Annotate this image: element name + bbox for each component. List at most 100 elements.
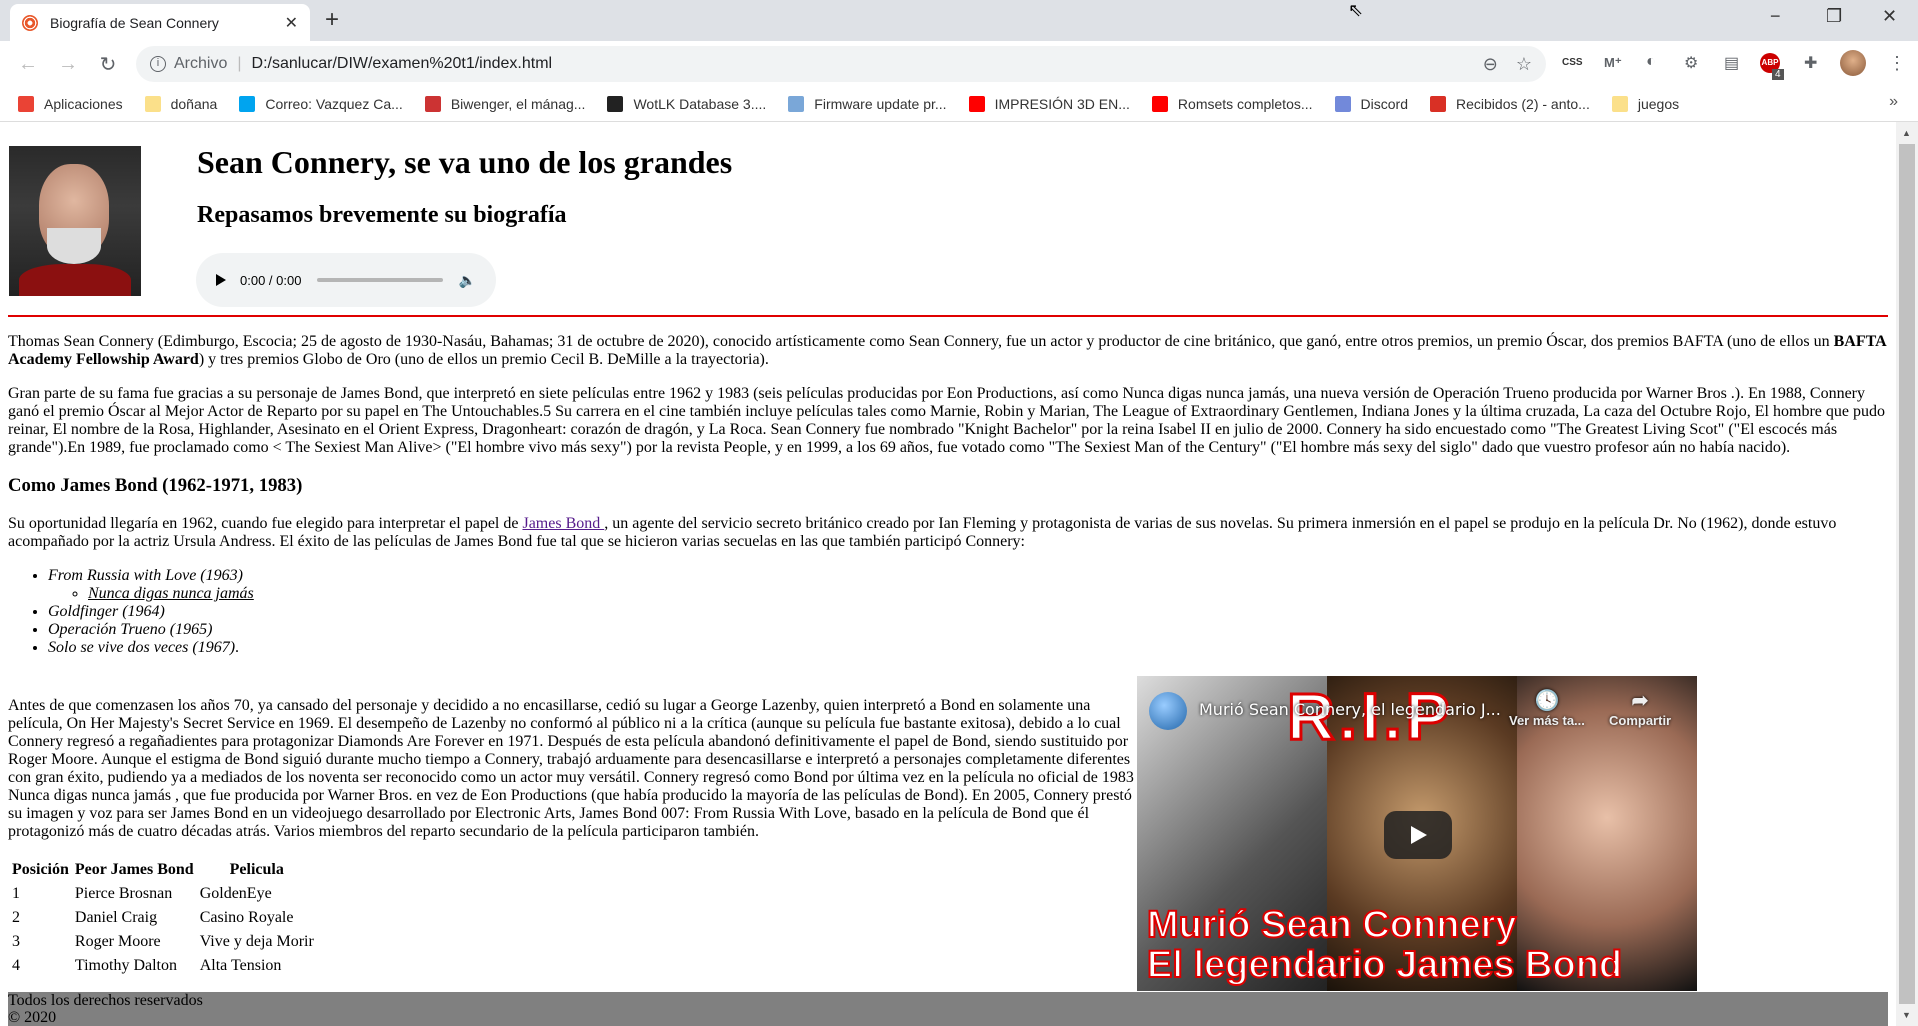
close-tab-icon[interactable]: ✕	[285, 13, 298, 33]
video-title[interactable]: Murió Sean Connery, el legendario J...	[1199, 700, 1501, 719]
table-row: 2 Daniel Craig Casino Royale	[10, 907, 316, 929]
reload-icon[interactable]: ↻	[88, 52, 128, 77]
text: Su oportunidad llegaría en 1962, cuando …	[8, 515, 523, 532]
list-item: Solo se vive dos veces (1967).	[48, 639, 1888, 657]
sean-connery-portrait	[9, 146, 141, 296]
bookmark-item[interactable]: Biwenger, el mánag...	[424, 96, 586, 112]
video-caption-2: El legendario James Bond	[1146, 943, 1623, 987]
table-cell: Casino Royale	[199, 909, 294, 926]
more-bookmarks-icon[interactable]: »	[1889, 93, 1898, 111]
share-button[interactable]: ➦ Compartir	[1609, 688, 1671, 728]
info-icon[interactable]: i	[150, 56, 166, 72]
close-window-icon[interactable]: ✕	[1882, 6, 1897, 27]
bond-later-paragraph: Antes de que comenzasen los años 70, ya …	[8, 697, 1134, 840]
bio-paragraph-1: Thomas Sean Connery (Edimburgo, Escocia;…	[8, 333, 1888, 369]
table-row: 3 Roger Moore Vive y deja Morir	[10, 931, 316, 953]
restore-icon[interactable]: ❐	[1826, 6, 1842, 27]
table-cell: Roger Moore	[74, 933, 161, 950]
profile-avatar[interactable]	[1840, 50, 1866, 76]
bookmark-item[interactable]: Romsets completos...	[1151, 96, 1313, 112]
bookmark-item[interactable]: doñana	[144, 96, 217, 112]
video-play-button[interactable]	[1384, 811, 1452, 859]
bookmark-item[interactable]: WotLK Database 3....	[607, 96, 766, 112]
folder-icon	[1611, 96, 1628, 112]
address-bar[interactable]: i Archivo | D:/sanlucar/DIW/examen%20t1/…	[136, 46, 1546, 82]
clock-icon: 🕓	[1534, 690, 1560, 712]
tab-title: Biografía de Sean Connery	[50, 14, 219, 31]
vertical-scrollbar[interactable]: ▲ ▼	[1896, 122, 1918, 1026]
youtube-video-embed[interactable]: R.I.P Murió Sean Connery, el legendario …	[1137, 676, 1697, 991]
table-cell: Alta Tension	[199, 957, 282, 974]
video-caption-1: Murió Sean Connery	[1146, 903, 1517, 947]
adblock-badge: 4	[1772, 69, 1784, 80]
bookmark-item[interactable]: Discord	[1334, 96, 1408, 112]
table-cell: 2	[12, 909, 20, 926]
new-tab-button[interactable]: +	[325, 6, 339, 34]
wotlk-icon	[607, 96, 624, 112]
bookmark-item[interactable]: Aplicaciones	[18, 96, 123, 112]
mouse-cursor-icon: ⇖	[1348, 0, 1364, 20]
circle-extension-icon[interactable]: ◐	[1646, 53, 1656, 71]
audio-progress-slider[interactable]	[317, 278, 443, 282]
watch-later-button[interactable]: 🕓 Ver más ta...	[1509, 688, 1585, 728]
star-icon[interactable]: ☆	[1516, 54, 1532, 75]
bond-paragraph: Su oportunidad llegaría en 1962, cuando …	[8, 515, 1888, 551]
scroll-up-icon[interactable]: ▲	[1902, 128, 1911, 138]
worst-bond-table: Posición Peor James Bond Pelicula 1 Pierc…	[8, 857, 318, 979]
text: ) y tres premios Globo de Oro (uno de el…	[198, 351, 769, 368]
table-cell: Daniel Craig	[74, 909, 158, 926]
scroll-down-icon[interactable]: ▼	[1902, 1010, 1911, 1020]
bookmark-item[interactable]: juegos	[1611, 96, 1680, 112]
film: From Russia with Love (1963)	[48, 567, 243, 584]
tab-active[interactable]: Biografía de Sean Connery ✕	[10, 4, 310, 41]
channel-logo[interactable]	[1149, 692, 1187, 730]
page-viewport: Sean Connery, se va uno de los grandes R…	[0, 122, 1896, 1026]
james-bond-link[interactable]: James Bond	[522, 515, 604, 532]
audio-player[interactable]: 0:00 / 0:00 🔈	[196, 253, 496, 307]
label: Ver más ta...	[1509, 713, 1585, 728]
list-item: Operación Trueno (1965)	[48, 621, 1888, 639]
zoom-out-icon[interactable]: ⊖	[1483, 54, 1498, 75]
bio-paragraph-2: Gran parte de su fama fue gracias a su p…	[8, 385, 1885, 456]
table-header: Posición	[12, 861, 69, 878]
nunca-digas-link[interactable]: Nunca digas nunca jamás	[88, 585, 254, 602]
list-item: From Russia with Love (1963) Nunca digas…	[48, 567, 1888, 603]
bookmark-label: Biwenger, el mánag...	[450, 96, 586, 112]
share-icon: ➦	[1631, 690, 1649, 712]
gear-extension-icon[interactable]: ⚙	[1684, 53, 1698, 73]
notebook-extension-icon[interactable]: ▤	[1724, 53, 1739, 73]
forward-icon[interactable]: →	[48, 53, 88, 76]
bond-film-list: From Russia with Love (1963) Nunca digas…	[8, 567, 1888, 657]
bookmark-label: Discord	[1360, 96, 1408, 112]
bookmark-item[interactable]: IMPRESIÓN 3D EN...	[968, 96, 1130, 112]
bookmark-label: Aplicaciones	[44, 96, 123, 112]
bookmark-item[interactable]: Correo: Vazquez Ca...	[239, 96, 403, 112]
minimize-icon[interactable]: −	[1770, 6, 1781, 27]
audio-time: 0:00 / 0:00	[240, 272, 302, 288]
gmail-icon	[1430, 96, 1446, 112]
url-text[interactable]: D:/sanlucar/DIW/examen%20t1/index.html	[252, 55, 1465, 73]
scrollbar-thumb[interactable]	[1899, 144, 1915, 1004]
bookmark-label: juegos	[1637, 96, 1680, 112]
table-row: 1 Pierce Brosnan GoldenEye	[10, 883, 316, 905]
bookmark-label: Firmware update pr...	[814, 96, 947, 112]
back-icon[interactable]: ←	[8, 53, 48, 76]
movistar-extension-icon[interactable]: M⁺	[1604, 55, 1622, 71]
youtube-icon	[968, 96, 985, 112]
divider: |	[237, 55, 242, 72]
table-cell: 4	[12, 957, 20, 974]
table-cell: GoldenEye	[199, 885, 272, 902]
puzzle-extensions-icon[interactable]: ✚	[1804, 53, 1817, 73]
volume-icon[interactable]: 🔈	[459, 272, 476, 289]
bookmark-item[interactable]: Firmware update pr...	[788, 96, 947, 112]
bookmark-item[interactable]: Recibidos (2) - anto...	[1430, 96, 1590, 112]
apps-grid-icon	[18, 96, 34, 112]
table-cell: 1	[12, 885, 20, 902]
play-icon[interactable]	[216, 274, 226, 286]
css-extension-icon[interactable]: CSS	[1562, 57, 1583, 68]
menu-kebab-icon[interactable]: ⋮	[1888, 53, 1906, 74]
list-item: Goldfinger (1964)	[48, 603, 1888, 621]
bookmarks-bar: Aplicaciones doñana Correo: Vazquez Ca... B…	[0, 87, 1918, 122]
table-cell: Pierce Brosnan	[74, 885, 173, 902]
list-subitem: Nunca digas nunca jamás	[88, 585, 1888, 603]
